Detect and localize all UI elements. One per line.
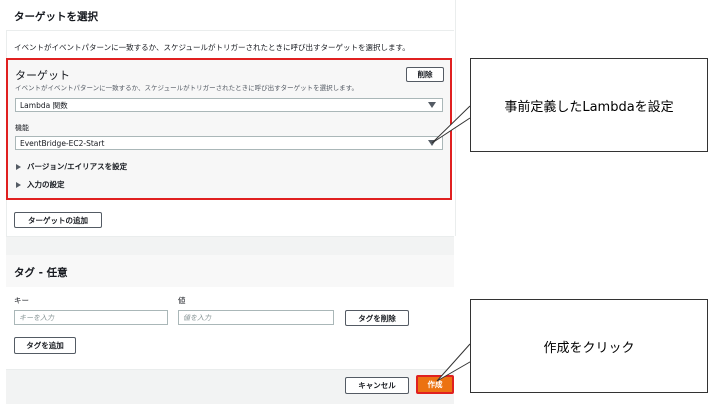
version-alias-label: バージョン/エイリアスを設定: [27, 162, 128, 171]
tag-value-input[interactable]: [178, 310, 334, 325]
select-target-title: ターゲットを選択: [14, 11, 98, 23]
caret-down-icon: [428, 102, 436, 108]
remove-tag-button[interactable]: タグを削除: [345, 310, 409, 326]
tags-panel: [6, 287, 454, 369]
caret-down-icon: [428, 140, 436, 146]
target-section: ターゲット イベントがイベントパターンに一致するか、スケジュールがトリガーされた…: [6, 58, 452, 200]
tag-value-label: 値: [178, 296, 186, 305]
tags-title: タグ - 任意: [14, 267, 68, 279]
select-target-description: イベントがイベントパターンに一致するか、スケジュールがトリガーされたときに呼び出…: [14, 43, 410, 52]
select-target-header: ターゲットを選択: [6, 0, 454, 31]
target-description: イベントがイベントパターンに一致するか、スケジュールがトリガーされたときに呼び出…: [15, 84, 358, 92]
version-alias-expander[interactable]: バージョン/エイリアスを設定: [16, 161, 127, 172]
target-heading: ターゲット: [15, 69, 70, 82]
remove-target-button[interactable]: 削除: [406, 67, 444, 82]
function-label: 機能: [15, 124, 29, 132]
tags-header: タグ - 任意: [6, 255, 454, 288]
target-type-value: Lambda 関数: [20, 100, 68, 110]
tag-key-input[interactable]: [14, 310, 168, 325]
expand-triangle-icon: [16, 181, 21, 188]
lambda-callout: 事前定義したLambdaを設定: [470, 58, 708, 152]
section-divider: [6, 236, 454, 256]
expand-triangle-icon: [16, 163, 21, 170]
create-button[interactable]: 作成: [416, 375, 454, 394]
create-callout-text: 作成をクリック: [543, 340, 635, 356]
function-value: EventBridge-EC2-Start: [20, 138, 105, 148]
lambda-callout-text: 事前定義したLambdaを設定: [504, 99, 674, 115]
tag-key-label: キー: [14, 296, 29, 305]
target-type-select[interactable]: Lambda 関数: [15, 98, 443, 112]
add-target-button[interactable]: ターゲットの追加: [14, 212, 102, 228]
function-select[interactable]: EventBridge-EC2-Start: [15, 136, 443, 150]
cancel-button[interactable]: キャンセル: [345, 377, 409, 394]
create-callout: 作成をクリック: [470, 299, 708, 393]
input-config-label: 入力の設定: [27, 180, 65, 189]
add-tag-button[interactable]: タグを追加: [14, 337, 76, 354]
input-config-expander[interactable]: 入力の設定: [16, 179, 65, 190]
